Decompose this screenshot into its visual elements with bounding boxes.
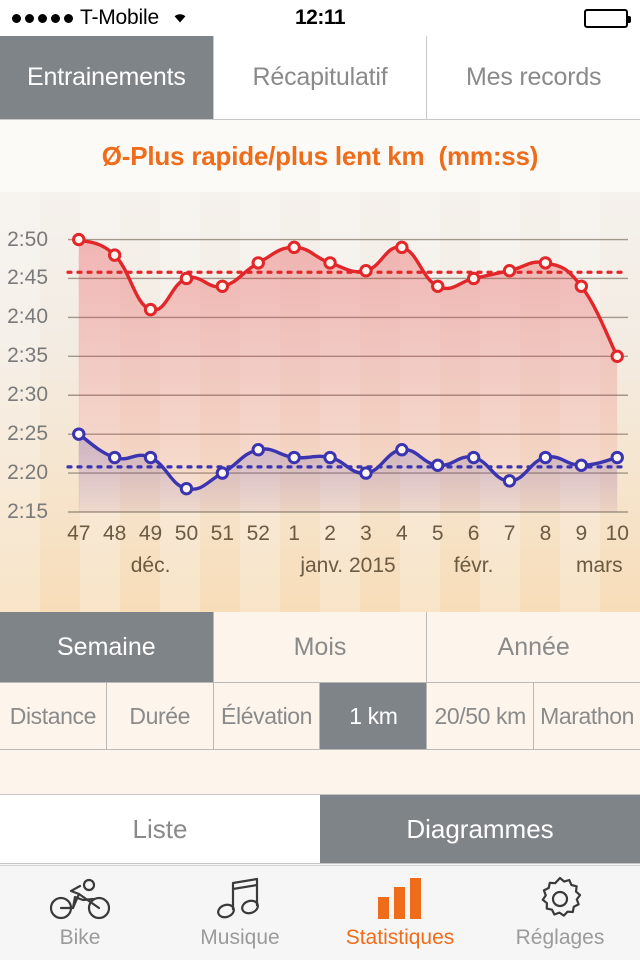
y-axis-tick: 2:45 — [7, 266, 48, 290]
status-bar: T-Mobile 12:11 — [0, 0, 640, 36]
x-axis-month-label: mars — [575, 554, 623, 577]
x-axis-tick: 4 — [396, 522, 408, 545]
top-tab-bar: Entrainements Récapitulatif Mes records — [0, 36, 640, 120]
tab-musique[interactable]: Musique — [160, 866, 320, 960]
tab-musique-label: Musique — [200, 926, 280, 949]
x-axis-tick: 51 — [210, 522, 235, 545]
tab-recapitulatif[interactable]: Récapitulatif — [213, 36, 428, 119]
tab-entrainements[interactable]: Entrainements — [0, 36, 214, 119]
x-axis-tick: 3 — [360, 522, 372, 545]
segment-semaine[interactable]: Semaine — [0, 612, 214, 682]
y-axis-tick: 2:30 — [7, 383, 48, 407]
segment-1-km[interactable]: 1 km — [320, 683, 428, 749]
period-segmented-control: Semaine Mois Année — [0, 612, 640, 682]
segment-mois[interactable]: Mois — [213, 612, 428, 682]
x-axis-tick: 10 — [605, 522, 629, 545]
segment-duree[interactable]: Durée — [106, 683, 214, 749]
tab-statistiques[interactable]: Statistiques — [320, 866, 480, 960]
bicycle-icon — [49, 876, 111, 922]
x-axis-tick: 2 — [324, 522, 336, 545]
x-axis-tick: 48 — [102, 522, 127, 545]
segment-annee[interactable]: Année — [427, 612, 640, 682]
chart-panel: Ø-Plus rapide/plus lent km (mm:ss) 2:50 2… — [0, 120, 640, 612]
segment-20-50-km[interactable]: 20/50 km — [427, 683, 535, 749]
view-segmented-control: Liste Diagrammes — [0, 794, 640, 864]
x-axis-tick: 47 — [67, 522, 91, 545]
x-axis-month-label: févr. — [453, 554, 494, 577]
tab-bike-label: Bike — [59, 926, 101, 949]
y-axis-tick: 2:35 — [7, 344, 48, 368]
y-axis-tick: 2:40 — [7, 305, 48, 329]
tab-statistiques-label: Statistiques — [345, 926, 455, 949]
tab-bike[interactable]: Bike — [0, 866, 160, 960]
x-axis-tick: 7 — [503, 522, 516, 545]
x-axis-labels: 47 48 49 50 51 52 1 2 3 4 5 6 7 8 9 10 déc. janv. 2015 fév… — [0, 522, 640, 584]
x-axis-tick: 9 — [575, 522, 588, 545]
battery-full-icon — [584, 8, 631, 28]
x-axis-tick: 8 — [539, 522, 552, 545]
clock-label: 12:11 — [294, 6, 346, 29]
x-axis-month-label: janv. 2015 — [300, 554, 396, 577]
x-axis-tick: 52 — [246, 522, 270, 545]
spacer-strip — [0, 750, 640, 794]
segment-marathon[interactable]: Marathon — [534, 683, 640, 749]
segment-elevation[interactable]: Élévation — [213, 683, 321, 749]
metric-segmented-control: Distance Durée Élévation 1 km 20/50 km M… — [0, 682, 640, 750]
segment-diagrammes[interactable]: Diagrammes — [320, 795, 640, 863]
y-axis-tick: 2:25 — [7, 422, 48, 446]
segment-liste[interactable]: Liste — [0, 795, 320, 863]
tab-reglages-label: Réglages — [515, 926, 605, 949]
x-axis-tick: 5 — [431, 522, 444, 545]
chart-plot-area: 2:50 2:45 2:40 2:35 2:30 2:25 2:20 2:15 47 48 49 5… — [0, 192, 640, 612]
y-axis-tick: 2:15 — [7, 500, 48, 523]
y-axis-tick: 2:20 — [7, 461, 48, 485]
segment-distance[interactable]: Distance — [0, 683, 107, 749]
chart-title: Ø-Plus rapide/plus lent km (mm:ss) — [101, 140, 539, 171]
gear-icon — [537, 876, 583, 922]
tab-reglages[interactable]: Réglages — [480, 866, 640, 960]
music-note-icon — [217, 876, 263, 922]
x-axis-tick: 50 — [174, 522, 199, 545]
x-axis-tick: 49 — [138, 522, 163, 545]
status-right — [584, 8, 631, 28]
x-axis-month-label: déc. — [130, 554, 171, 577]
tab-mes-records[interactable]: Mes records — [427, 36, 640, 119]
x-axis-tick: 6 — [467, 522, 480, 545]
x-axis-tick: 1 — [288, 522, 300, 545]
bar-chart-icon — [376, 876, 424, 922]
app-root: T-Mobile 12:11 Entrainements Récapitulat… — [0, 0, 640, 960]
bottom-tab-bar: Bike Musique Statistiques Réglages — [0, 865, 640, 960]
y-axis-tick: 2:50 — [7, 227, 48, 251]
